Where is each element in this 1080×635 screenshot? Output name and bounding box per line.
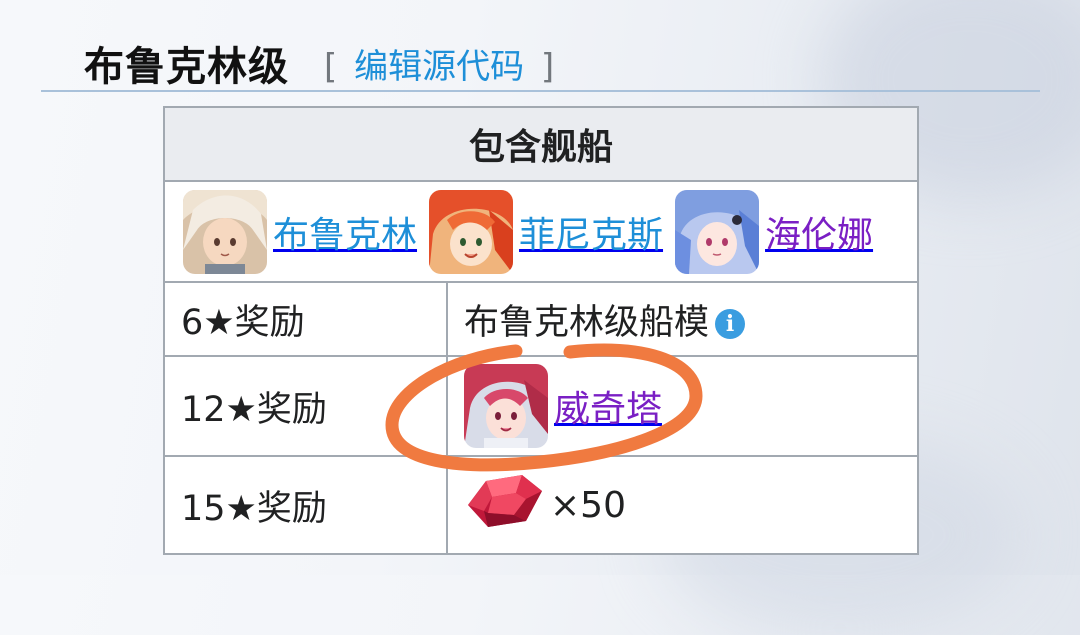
reward-value-15star: ×50: [446, 455, 919, 555]
ship-class-table: 包含舰船 布鲁克林 菲尼克斯 海伦娜 6★奖励 布鲁克林级船模 i 12★奖励 …: [163, 106, 919, 555]
gem-count: ×50: [550, 484, 626, 526]
ship-name-wichita[interactable]: 威奇塔: [554, 380, 662, 432]
bracket-open: [: [324, 47, 338, 87]
bracket-close: ]: [540, 47, 555, 87]
ship-link-phoenix[interactable]: 菲尼克斯: [429, 189, 663, 274]
ship-name-helena[interactable]: 海伦娜: [765, 206, 873, 258]
reward-label-15star: 15★奖励: [163, 455, 448, 555]
reward-value-12star: 威奇塔: [446, 355, 919, 457]
ship-list-cell: 布鲁克林 菲尼克斯 海伦娜: [163, 180, 919, 283]
ship-name-brooklyn[interactable]: 布鲁克林: [273, 206, 417, 258]
ship-name-phoenix[interactable]: 菲尼克斯: [519, 206, 663, 258]
ship-link-brooklyn[interactable]: 布鲁克林: [183, 189, 417, 274]
edit-section: [ 编辑源代码 ]: [324, 39, 554, 88]
reward-value-6star: 布鲁克林级船模 i: [446, 281, 919, 357]
edit-source-link[interactable]: 编辑源代码: [354, 47, 524, 87]
wichita-avatar[interactable]: [464, 364, 548, 448]
info-icon[interactable]: i: [715, 308, 746, 339]
gem-reward: ×50: [464, 471, 917, 540]
table-header: 包含舰船: [163, 106, 919, 182]
helena-avatar[interactable]: [675, 189, 760, 274]
section-title: 布鲁克林级: [84, 44, 289, 90]
reward-label-12star: 12★奖励: [163, 355, 448, 457]
ship-link-wichita[interactable]: 威奇塔: [464, 364, 917, 448]
section-heading: 布鲁克林级 [ 编辑源代码 ]: [41, 28, 1040, 92]
ship-model-text: 布鲁克林级船模: [464, 302, 710, 343]
ship-list: 布鲁克林 菲尼克斯 海伦娜: [165, 189, 917, 274]
ship-link-helena[interactable]: 海伦娜: [675, 189, 873, 274]
gem-icon: [464, 471, 546, 540]
reward-label-6star: 6★奖励: [163, 281, 448, 357]
brooklyn-avatar[interactable]: [183, 189, 267, 274]
phoenix-avatar[interactable]: [429, 189, 514, 274]
